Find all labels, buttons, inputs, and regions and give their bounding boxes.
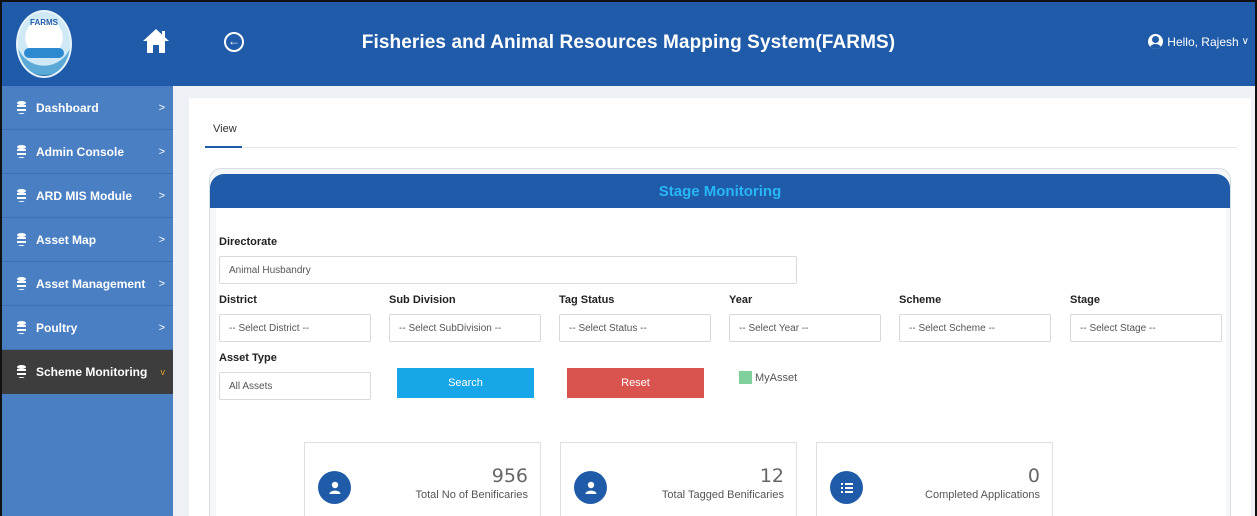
user-icon <box>574 471 607 504</box>
year-label: Year <box>729 294 753 306</box>
stat-value: 956 <box>491 465 528 487</box>
app-title: Fisheries and Animal Resources Mapping S… <box>361 32 896 53</box>
directorate-field[interactable]: Animal Husbandry <box>219 256 797 284</box>
sidebar-item-label: Asset Map <box>36 232 97 247</box>
year-select[interactable]: -- Select Year -- <box>729 314 881 342</box>
sidebar-item-label: Poultry <box>36 320 78 335</box>
checklist-icon <box>830 471 863 504</box>
chevron-right-icon: > <box>158 189 165 202</box>
database-icon <box>16 189 27 202</box>
tab-active-indicator <box>205 146 242 148</box>
logo-wave <box>24 48 64 58</box>
panel-title: Stage Monitoring <box>210 174 1230 208</box>
home-button[interactable] <box>138 24 174 58</box>
chevron-right-icon: > <box>158 277 165 290</box>
database-icon <box>16 233 27 246</box>
stage-label: Stage <box>1070 294 1100 306</box>
database-icon <box>16 365 27 378</box>
stat-card-completed-applications: 0 Completed Applications <box>816 442 1053 516</box>
reset-button[interactable]: Reset <box>567 368 704 398</box>
stat-value: 0 <box>1027 465 1040 487</box>
tag-status-label: Tag Status <box>559 294 615 306</box>
logo-container: FARMS <box>2 2 86 86</box>
sidebar-item-label: Scheme Monitoring <box>36 364 148 379</box>
home-icon <box>143 29 169 53</box>
district-select[interactable]: -- Select District -- <box>219 314 371 342</box>
search-button[interactable]: Search <box>397 368 534 398</box>
subdivision-label: Sub Division <box>389 294 456 306</box>
asset-type-select[interactable]: All Assets <box>219 372 371 400</box>
database-icon <box>16 321 27 334</box>
chevron-right-icon: > <box>158 233 165 246</box>
tab-divider <box>242 147 1237 148</box>
user-greeting: Hello, Rajesh <box>1167 34 1239 49</box>
tag-status-select[interactable]: -- Select Status -- <box>559 314 711 342</box>
scheme-select[interactable]: -- Select Scheme -- <box>899 314 1051 342</box>
sidebar-item-asset-management[interactable]: Asset Management > <box>2 262 173 306</box>
stat-caption: Total No of Benificaries <box>415 489 529 501</box>
stat-card-total-beneficiaries: 956 Total No of Benificaries <box>304 442 541 516</box>
sidebar-item-label: Dashboard <box>36 100 99 115</box>
stat-caption: Completed Applications <box>925 489 1040 501</box>
legend-swatch <box>739 371 752 384</box>
database-icon <box>16 277 27 290</box>
chevron-down-icon: v <box>160 366 166 377</box>
chevron-down-icon: ∨ <box>1241 36 1249 47</box>
asset-type-label: Asset Type <box>219 352 277 364</box>
stat-value: 12 <box>759 465 784 487</box>
stage-select[interactable]: -- Select Stage -- <box>1070 314 1222 342</box>
sidebar-item-dashboard[interactable]: Dashboard > <box>2 86 173 130</box>
sidebar-item-poultry[interactable]: Poultry > <box>2 306 173 350</box>
user-menu[interactable]: Hello, Rajesh ∨ <box>1148 34 1249 49</box>
sidebar: Dashboard > Admin Console > ARD MIS Modu… <box>2 86 173 516</box>
arrow-left-icon: ← <box>228 34 240 48</box>
sidebar-item-asset-map[interactable]: Asset Map > <box>2 218 173 262</box>
database-icon <box>16 145 27 158</box>
sidebar-item-ard-mis-module[interactable]: ARD MIS Module > <box>2 174 173 218</box>
chevron-right-icon: > <box>158 321 165 334</box>
top-header: FARMS ← Fisheries and Animal Resources M… <box>2 2 1255 86</box>
stat-caption: Total Tagged Benificaries <box>661 489 784 501</box>
user-icon <box>318 471 351 504</box>
logo-text: FARMS <box>30 18 58 27</box>
collapse-sidebar-button[interactable]: ← <box>224 32 244 52</box>
sidebar-item-scheme-monitoring[interactable]: Scheme Monitoring v <box>2 350 173 394</box>
stat-card-tagged-beneficiaries: 12 Total Tagged Benificaries <box>560 442 797 516</box>
database-icon <box>16 101 27 114</box>
farms-logo: FARMS <box>16 10 72 78</box>
tab-view[interactable]: View <box>213 123 237 135</box>
user-avatar-icon <box>1148 34 1164 49</box>
sidebar-item-label: Asset Management <box>36 276 146 291</box>
subdivision-select[interactable]: -- Select SubDivision -- <box>389 314 541 342</box>
sidebar-item-admin-console[interactable]: Admin Console > <box>2 130 173 174</box>
scheme-label: Scheme <box>899 294 942 306</box>
my-asset-legend: MyAsset <box>739 371 797 384</box>
district-label: District <box>219 294 257 306</box>
directorate-label: Directorate <box>219 236 278 248</box>
sidebar-item-label: ARD MIS Module <box>36 188 132 203</box>
chevron-right-icon: > <box>158 145 165 158</box>
sidebar-item-label: Admin Console <box>36 144 125 159</box>
chevron-right-icon: > <box>158 101 165 114</box>
legend-label: MyAsset <box>755 371 798 384</box>
